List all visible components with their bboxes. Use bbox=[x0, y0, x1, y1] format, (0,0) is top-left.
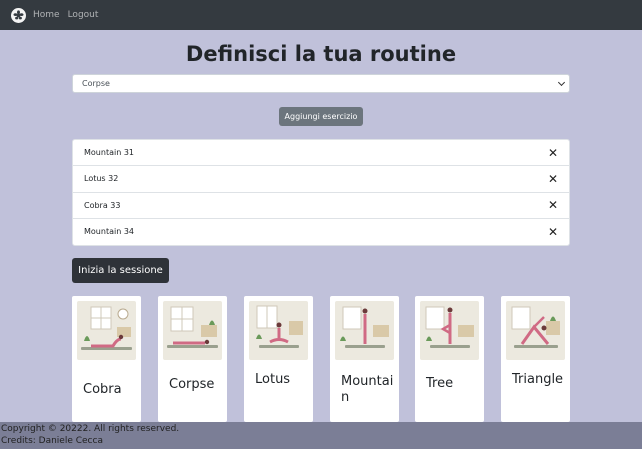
tree-pose-illustration bbox=[420, 301, 479, 360]
pose-card-title: Mountain bbox=[341, 374, 394, 405]
pose-card-title: Corpse bbox=[169, 377, 215, 392]
pose-card-title: Lotus bbox=[255, 372, 291, 387]
lotus-logo-icon[interactable] bbox=[11, 7, 26, 23]
exercise-select-value: Corpse bbox=[82, 79, 110, 88]
pose-card-title: Cobra bbox=[83, 382, 122, 397]
list-item-label: Mountain 31 bbox=[84, 148, 134, 158]
start-session-button[interactable]: Inizia la sessione bbox=[72, 258, 169, 283]
corpse-pose-illustration bbox=[163, 301, 222, 360]
pose-card-mountain[interactable]: Mountain bbox=[330, 296, 399, 422]
close-icon[interactable]: ✕ bbox=[548, 147, 558, 159]
list-item-label: Cobra 33 bbox=[84, 200, 121, 210]
list-item: Cobra 33 ✕ bbox=[73, 193, 569, 219]
mountain-pose-illustration bbox=[335, 301, 394, 360]
close-icon[interactable]: ✕ bbox=[548, 199, 558, 211]
pose-card-lotus[interactable]: Lotus bbox=[244, 296, 313, 422]
list-item: Lotus 32 ✕ bbox=[73, 166, 569, 193]
pose-card-corpse[interactable]: Corpse bbox=[158, 296, 227, 422]
list-item-label: Mountain 34 bbox=[84, 227, 134, 237]
routine-list: Mountain 31 ✕ Lotus 32 ✕ Cobra 33 ✕ Moun… bbox=[72, 139, 570, 246]
add-exercise-button[interactable]: Aggiungi esercizio bbox=[279, 107, 363, 126]
footer: Copyright © 20222. All rights reserved. … bbox=[0, 422, 642, 449]
list-item: Mountain 34 ✕ bbox=[73, 219, 569, 245]
triangle-pose-illustration bbox=[506, 301, 565, 360]
close-icon[interactable]: ✕ bbox=[548, 173, 558, 185]
cobra-pose-illustration bbox=[77, 301, 136, 360]
pose-card-tree[interactable]: Tree bbox=[415, 296, 484, 422]
nav-logout-link[interactable]: Logout bbox=[68, 10, 99, 20]
nav-home-link[interactable]: Home bbox=[33, 10, 60, 20]
close-icon[interactable]: ✕ bbox=[548, 226, 558, 238]
pose-card-triangle[interactable]: Triangle bbox=[501, 296, 570, 422]
pose-card-title: Tree bbox=[426, 376, 454, 391]
page-title: Definisci la tua routine bbox=[185, 42, 457, 66]
footer-credits: Credits: Daniele Cecca bbox=[1, 436, 103, 447]
list-item: Mountain 31 ✕ bbox=[73, 140, 569, 167]
chevron-down-icon bbox=[557, 78, 566, 87]
list-item-label: Lotus 32 bbox=[84, 174, 119, 184]
navbar: Home Logout bbox=[0, 0, 642, 30]
pose-card-title: Triangle bbox=[512, 372, 564, 387]
lotus-pose-illustration bbox=[249, 301, 308, 360]
pose-card-cobra[interactable]: Cobra bbox=[72, 296, 141, 422]
exercise-select[interactable]: Corpse bbox=[72, 74, 570, 93]
footer-copyright: Copyright © 20222. All rights reserved. bbox=[1, 424, 180, 434]
